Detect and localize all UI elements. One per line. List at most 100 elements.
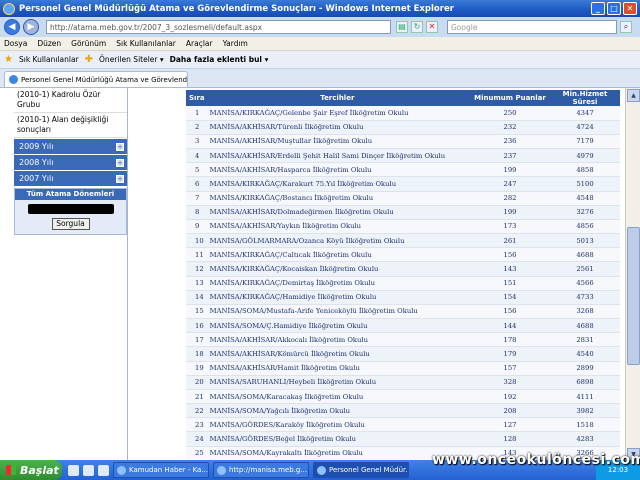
search-input[interactable]: Google [447,20,617,34]
row-school-name: MANİSA/KIRKAĞAÇ/Demirtaş İlköğretim Okul… [204,276,470,291]
row-min-hizmet: 4111 [550,389,620,405]
header-puan: Minumum Puanlar [470,90,550,106]
table-row: 17 MANİSA/AKHİSAR/Akkocalı İlköğretim Oku… [186,332,620,348]
expand-icon[interactable]: + [116,142,124,151]
row-number: 7 [186,191,205,206]
quicklaunch-media-icon[interactable] [98,464,109,476]
row-number: 6 [186,176,205,192]
forward-button[interactable]: ▶ [23,19,39,35]
sidebar-link-kadrolu-ozur[interactable]: (2010-1) Kadrolu Özür Grubu [14,88,127,113]
maximize-button[interactable]: □ [607,2,621,15]
tab-label: Personel Genel Müdürlüğü Atama ve Görevl… [21,75,188,84]
row-min-puan: 247 [470,176,550,192]
row-min-hizmet: 3268 [550,304,620,320]
row-min-puan: 154 [470,290,550,305]
scroll-up-icon[interactable]: ▲ [627,89,640,102]
menu-duzen[interactable]: Düzen [37,39,61,48]
table-row: 6 MANİSA/KIRKAĞAÇ/Karakurt 75.Yıl İlköğre… [186,176,620,192]
menu-yardim[interactable]: Yardım [223,39,248,48]
menu-araclar[interactable]: Araçlar [186,39,213,48]
row-min-puan: 328 [470,375,550,390]
period-select[interactable] [27,204,114,214]
row-min-hizmet: 1518 [550,417,620,433]
address-input[interactable]: http://atama.meb.gov.tr/2007_3_sozlesmel… [46,20,391,34]
quicklaunch-ie-icon[interactable] [68,464,79,476]
row-school-name: MANİSA/AKHİSAR/Dolmadeğirmen İlköğretim … [204,205,470,220]
row-min-puan: 236 [470,134,550,150]
row-min-hizmet: 5013 [550,233,620,249]
stop-icon[interactable]: ✕ [426,21,438,33]
row-min-puan: 232 [470,120,550,135]
back-button[interactable]: ◀ [4,19,20,35]
menu-dosya[interactable]: Dosya [4,39,27,48]
row-school-name: MANİSA/GÖRDES/Karaköy İlköğretim Okulu [204,417,470,433]
row-min-hizmet: 6898 [550,375,620,390]
page-content: (2010-1) Kadrolu Özür Grubu (2010-1) Ala… [0,88,640,462]
row-number: 10 [186,233,205,249]
task-manisa-meb[interactable]: http://manisa.meb.g... [213,462,309,478]
task-kamudan-haber[interactable]: Kamudan Haber - Ka... [113,462,209,478]
suggested-sites-button[interactable]: Önerilen Siteler ▾ [99,55,164,64]
refresh-icon[interactable]: ↻ [411,21,423,33]
start-button[interactable]: Başlat [0,460,62,480]
task-ie-icon [317,465,326,475]
row-school-name: MANİSA/AKHİSAR/Türenli İlköğretim Okulu [204,120,470,135]
menu-bar: Dosya Düzen Görünüm Sık Kullanılanlar Ar… [0,37,640,51]
sidebar-link-alan-degisikligi[interactable]: (2010-1) Alan değişikliği sonuçları [14,113,127,138]
row-number: 11 [186,247,205,263]
table-row: 10 MANİSA/GÖLMARMARA/Ozanca Köyü İlköğret… [186,233,620,249]
expand-icon[interactable]: + [116,158,124,167]
expand-icon[interactable]: + [116,174,124,183]
sidebar-year-2009[interactable]: 2009 Yılı + [14,139,127,154]
search-icon[interactable]: ⌕ [620,21,632,33]
compatibility-icon[interactable]: ▤ [396,21,408,33]
sidebar-year-2007[interactable]: 2007 Yılı + [14,171,127,186]
task-label: http://manisa.meb.g... [229,466,308,474]
row-min-puan: 199 [470,205,550,220]
minimize-button[interactable]: _ [591,2,605,15]
row-min-hizmet: 4688 [550,247,620,263]
row-number: 18 [186,346,205,362]
task-personel[interactable]: Personel Genel Müdür... [313,462,409,478]
table-row: 3 MANİSA/AKHİSAR/Muştullar İlköğretim Oku… [186,134,620,150]
sidebar-year-2008[interactable]: 2008 Yılı + [14,155,127,170]
row-number: 12 [186,261,205,277]
row-min-puan: 156 [470,247,550,263]
row-school-name: MANİSA/KIRKAĞAÇ/Karakurt 75.Yıl İlköğret… [204,176,470,192]
window-controls: _ □ ✕ [591,2,637,15]
add-favorite-icon[interactable]: ✚ [85,54,93,65]
menu-sik-kullanilanlar[interactable]: Sık Kullanılanlar [116,39,176,48]
row-school-name: MANİSA/KIRKAĞAÇ/Gelenbe Şair Eşref İlköğ… [204,106,470,121]
close-button[interactable]: ✕ [623,2,637,15]
favorites-button[interactable]: Sık Kullanılanlar [19,55,79,64]
get-addons-button[interactable]: Daha fazla eklenti bul ▾ [170,55,269,64]
tab-bar: Personel Genel Müdürlüğü Atama ve Görevl… [0,69,640,88]
table-row: 12 MANİSA/KIRKAĞAÇ/Kocaiskan İlköğretim O… [186,261,620,277]
row-school-name: MANİSA/KIRKAĞAÇ/Caltıcak İlköğretim Okul… [204,247,470,263]
header-sira: Sıra [186,90,205,106]
year-label: 2009 Yılı [19,142,54,151]
row-number: 19 [186,361,205,376]
quicklaunch-desktop-icon[interactable] [83,464,94,476]
row-number: 23 [186,417,205,433]
row-min-puan: 127 [470,417,550,433]
favorites-star-icon: ★ [4,54,13,65]
row-school-name: MANİSA/KIRKAĞAÇ/Kocaiskan İlköğretim Oku… [204,261,470,277]
window-title-bar[interactable]: Personel Genel Müdürlüğü Atama ve Görevl… [0,0,640,17]
row-number: 21 [186,389,205,405]
row-min-puan: 208 [470,403,550,419]
row-number: 4 [186,148,205,164]
sidebar: (2010-1) Kadrolu Özür Grubu (2010-1) Ala… [14,88,128,462]
row-min-puan: 178 [470,332,550,348]
scroll-thumb[interactable] [627,227,640,365]
row-school-name: MANİSA/KIRKAĞAÇ/Bostancı İlköğretim Okul… [204,191,470,206]
query-button[interactable]: Sorgula [51,218,90,230]
tab-personel[interactable]: Personel Genel Müdürlüğü Atama ve Görevl… [4,71,188,87]
row-min-puan: 261 [470,233,550,249]
row-min-hizmet: 7179 [550,134,620,150]
row-min-hizmet: 4724 [550,120,620,135]
table-row: 24 MANİSA/GÖRDES/Beğel İlköğretim Okulu 12… [186,431,620,447]
table-row: 2 MANİSA/AKHİSAR/Türenli İlköğretim Okulu… [186,120,620,135]
menu-gorunum[interactable]: Görünüm [71,39,106,48]
vertical-scrollbar[interactable]: ▲ ▼ [625,88,640,462]
